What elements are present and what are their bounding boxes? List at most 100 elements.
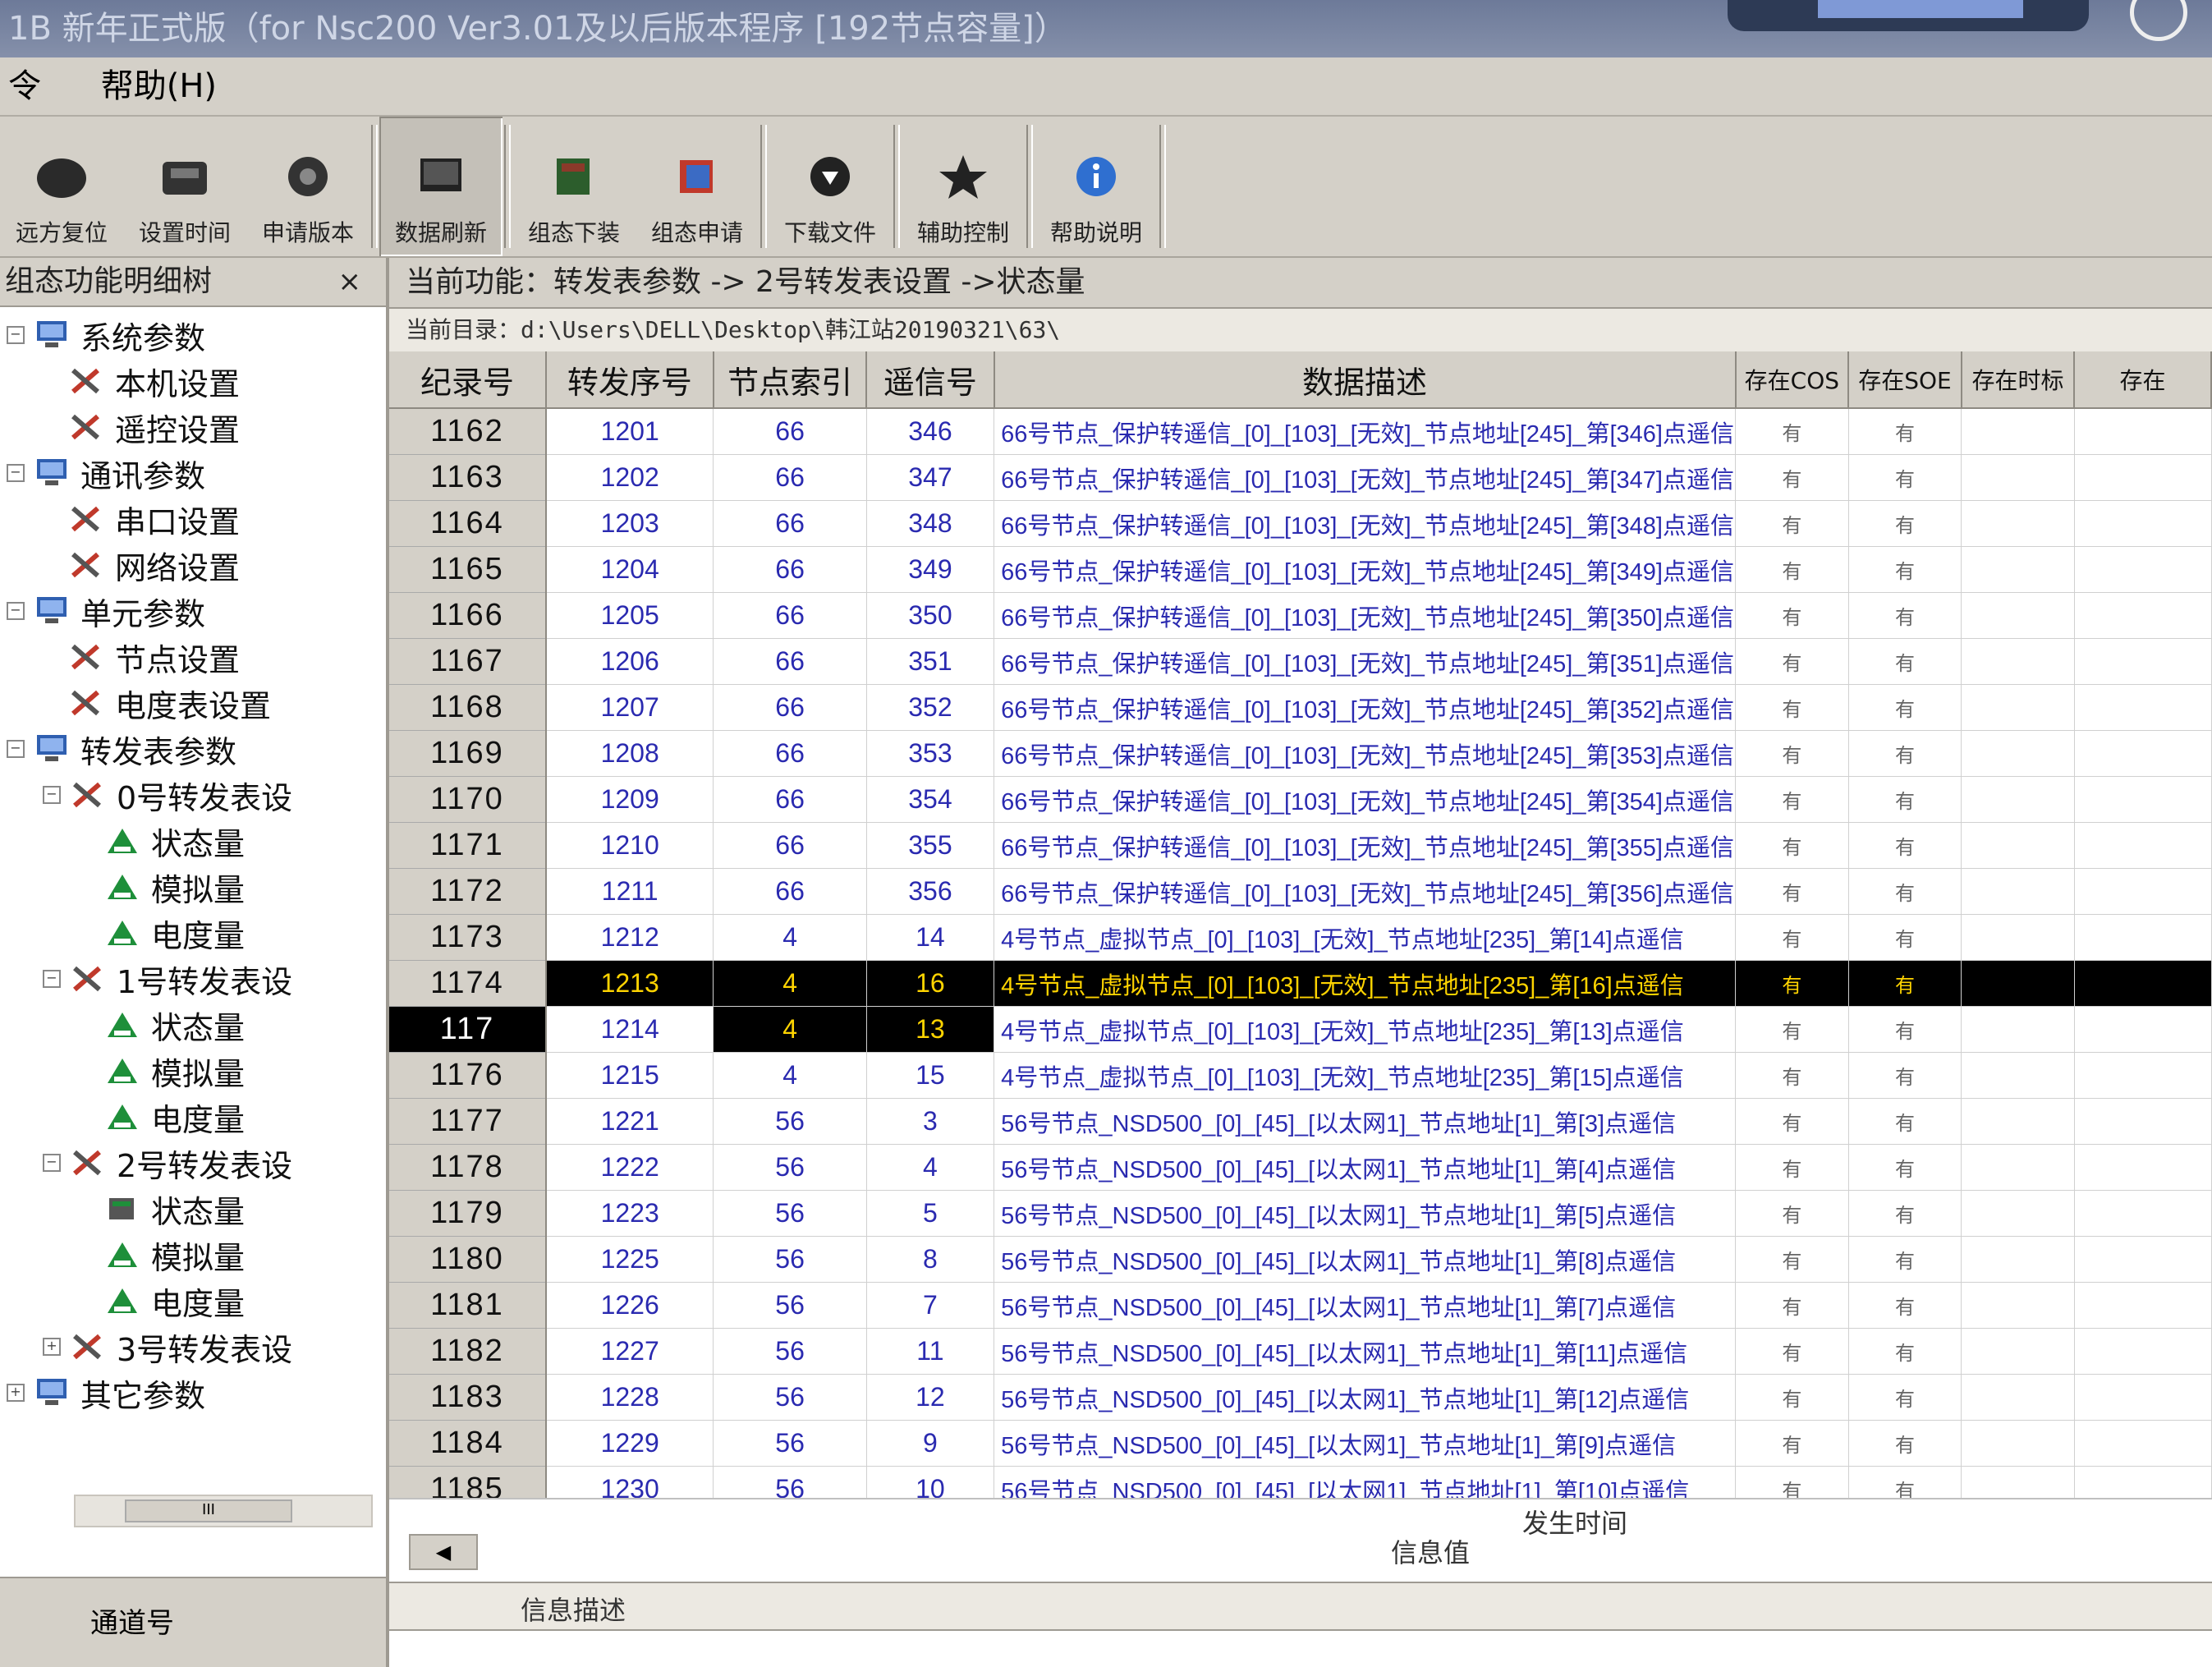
has-timestamp-cell[interactable] [1961, 1006, 2075, 1053]
table-row[interactable]: 1165 1204 66 349 66号节点_保护转遥信_[0]_[103]_[无效]_… [389, 546, 2212, 593]
record-no-cell[interactable]: 1162 [389, 408, 547, 455]
record-no-cell[interactable]: 1184 [389, 1420, 547, 1467]
node-index-cell[interactable]: 4 [713, 1052, 867, 1099]
data-desc-cell[interactable]: 66号节点_保护转遥信_[0]_[103]_[无效]_节点地址[245]_第[3… [994, 408, 1736, 455]
scroll-thumb[interactable]: III [125, 1499, 292, 1522]
yx-no-cell[interactable]: 353 [866, 730, 995, 777]
col-has-soe[interactable]: 存在SOE [1848, 351, 1962, 409]
has-soe-cell[interactable]: 有 [1848, 1374, 1962, 1421]
record-no-cell[interactable]: 1168 [389, 684, 547, 731]
tree-horizontal-scrollbar[interactable]: III [74, 1495, 373, 1527]
has-soe-cell[interactable]: 有 [1848, 1006, 1962, 1053]
forward-seq-cell[interactable]: 1214 [545, 1006, 714, 1053]
tree-node[interactable]: − 转发表参数 [0, 726, 386, 772]
record-no-cell[interactable]: 1170 [389, 776, 547, 823]
col-data-desc[interactable]: 数据描述 [994, 351, 1737, 409]
table-row[interactable]: 1168 1207 66 352 66号节点_保护转遥信_[0]_[103]_[无效]_… [389, 684, 2212, 731]
node-index-cell[interactable]: 66 [713, 500, 867, 547]
has-timestamp-cell[interactable] [1961, 1052, 2075, 1099]
data-desc-cell[interactable]: 56号节点_NSD500_[0]_[45]_[以太网1]_节点地址[1]_第[8… [994, 1236, 1736, 1283]
col-node-index[interactable]: 节点索引 [713, 351, 868, 409]
table-row[interactable]: 1171 1210 66 355 66号节点_保护转遥信_[0]_[103]_[无效]_… [389, 822, 2212, 869]
forward-seq-cell[interactable]: 1203 [545, 500, 714, 547]
has-other-cell[interactable] [2074, 1420, 2212, 1467]
node-index-cell[interactable]: 66 [713, 546, 867, 593]
yx-no-cell[interactable]: 15 [866, 1052, 995, 1099]
has-timestamp-cell[interactable] [1961, 1420, 2075, 1467]
has-other-cell[interactable] [2074, 1006, 2212, 1053]
data-desc-cell[interactable]: 56号节点_NSD500_[0]_[45]_[以太网1]_节点地址[1]_第[4… [994, 1144, 1736, 1191]
record-no-cell[interactable]: 1174 [389, 960, 547, 1007]
table-row[interactable]: 1162 1201 66 346 66号节点_保护转遥信_[0]_[103]_[无效]_… [389, 408, 2212, 455]
has-cos-cell[interactable]: 有 [1735, 500, 1849, 547]
has-cos-cell[interactable]: 有 [1735, 1328, 1849, 1375]
node-index-cell[interactable]: 4 [713, 914, 867, 961]
has-soe-cell[interactable]: 有 [1848, 1098, 1962, 1145]
has-timestamp-cell[interactable] [1961, 592, 2075, 639]
col-forward-seq[interactable]: 转发序号 [545, 351, 714, 409]
table-row[interactable]: 1182 1227 56 11 56号节点_NSD500_[0]_[45]_[以太网1]… [389, 1328, 2212, 1375]
has-cos-cell[interactable]: 有 [1735, 454, 1849, 501]
close-icon[interactable]: × [338, 258, 362, 305]
tree-node[interactable]: 网络设置 [0, 542, 386, 588]
has-cos-cell[interactable]: 有 [1735, 1236, 1849, 1283]
tree-node[interactable]: 本机设置 [0, 358, 386, 404]
has-soe-cell[interactable]: 有 [1848, 500, 1962, 547]
forward-seq-cell[interactable]: 1211 [545, 868, 714, 915]
table-row[interactable]: 1176 1215 4 15 4号节点_虚拟节点_[0]_[103]_[无效]_节点地址… [389, 1052, 2212, 1099]
record-no-cell[interactable]: 1169 [389, 730, 547, 777]
data-desc-cell[interactable]: 66号节点_保护转遥信_[0]_[103]_[无效]_节点地址[245]_第[3… [994, 776, 1736, 823]
has-soe-cell[interactable]: 有 [1848, 730, 1962, 777]
yx-no-cell[interactable]: 351 [866, 638, 995, 685]
node-index-cell[interactable]: 4 [713, 1006, 867, 1053]
has-other-cell[interactable] [2074, 638, 2212, 685]
table-row[interactable]: 1166 1205 66 350 66号节点_保护转遥信_[0]_[103]_[无效]_… [389, 592, 2212, 639]
node-index-cell[interactable]: 66 [713, 684, 867, 731]
has-other-cell[interactable] [2074, 960, 2212, 1007]
has-timestamp-cell[interactable] [1961, 1236, 2075, 1283]
forward-seq-cell[interactable]: 1228 [545, 1374, 714, 1421]
request-version-button[interactable]: 申请版本 [246, 117, 369, 256]
yx-no-cell[interactable]: 5 [866, 1190, 995, 1237]
has-timestamp-cell[interactable] [1961, 1144, 2075, 1191]
col-has-other[interactable]: 存在 [2074, 351, 2212, 409]
has-cos-cell[interactable]: 有 [1735, 960, 1849, 1007]
forward-seq-cell[interactable]: 1201 [545, 408, 714, 455]
record-no-cell[interactable]: 1166 [389, 592, 547, 639]
forward-seq-cell[interactable]: 1204 [545, 546, 714, 593]
set-time-button[interactable]: 设置时间 [123, 117, 246, 256]
has-soe-cell[interactable]: 有 [1848, 1420, 1962, 1467]
has-cos-cell[interactable]: 有 [1735, 1282, 1849, 1329]
forward-seq-cell[interactable]: 1205 [545, 592, 714, 639]
tree-node[interactable]: 模拟量 [0, 1048, 386, 1094]
has-timestamp-cell[interactable] [1961, 1374, 2075, 1421]
tree-node[interactable]: 节点设置 [0, 634, 386, 680]
has-soe-cell[interactable]: 有 [1848, 960, 1962, 1007]
config-download-button[interactable]: 组态下装 [512, 117, 636, 256]
has-timestamp-cell[interactable] [1961, 914, 2075, 961]
data-desc-cell[interactable]: 66号节点_保护转遥信_[0]_[103]_[无效]_节点地址[245]_第[3… [994, 868, 1736, 915]
has-other-cell[interactable] [2074, 1236, 2212, 1283]
forward-seq-cell[interactable]: 1227 [545, 1328, 714, 1375]
forward-seq-cell[interactable]: 1202 [545, 454, 714, 501]
yx-no-cell[interactable]: 349 [866, 546, 995, 593]
has-soe-cell[interactable]: 有 [1848, 1052, 1962, 1099]
data-desc-cell[interactable]: 56号节点_NSD500_[0]_[45]_[以太网1]_节点地址[1]_第[3… [994, 1098, 1736, 1145]
has-cos-cell[interactable]: 有 [1735, 1190, 1849, 1237]
has-soe-cell[interactable]: 有 [1848, 592, 1962, 639]
has-timestamp-cell[interactable] [1961, 1098, 2075, 1145]
col-record-no[interactable]: 纪录号 [389, 351, 547, 409]
has-cos-cell[interactable]: 有 [1735, 1144, 1849, 1191]
collapse-icon[interactable]: − [7, 464, 25, 482]
forward-seq-cell[interactable]: 1210 [545, 822, 714, 869]
expand-icon[interactable]: + [43, 1338, 61, 1356]
has-soe-cell[interactable]: 有 [1848, 776, 1962, 823]
tree-node[interactable]: − 单元参数 [0, 588, 386, 634]
record-no-cell[interactable]: 1167 [389, 638, 547, 685]
col-has-cos[interactable]: 存在COS [1735, 351, 1850, 409]
forward-seq-cell[interactable]: 1215 [545, 1052, 714, 1099]
tree-node[interactable]: 电度量 [0, 910, 386, 956]
collapse-icon[interactable]: − [7, 740, 25, 758]
table-row[interactable]: 1167 1206 66 351 66号节点_保护转遥信_[0]_[103]_[无效]_… [389, 638, 2212, 685]
has-cos-cell[interactable]: 有 [1735, 546, 1849, 593]
